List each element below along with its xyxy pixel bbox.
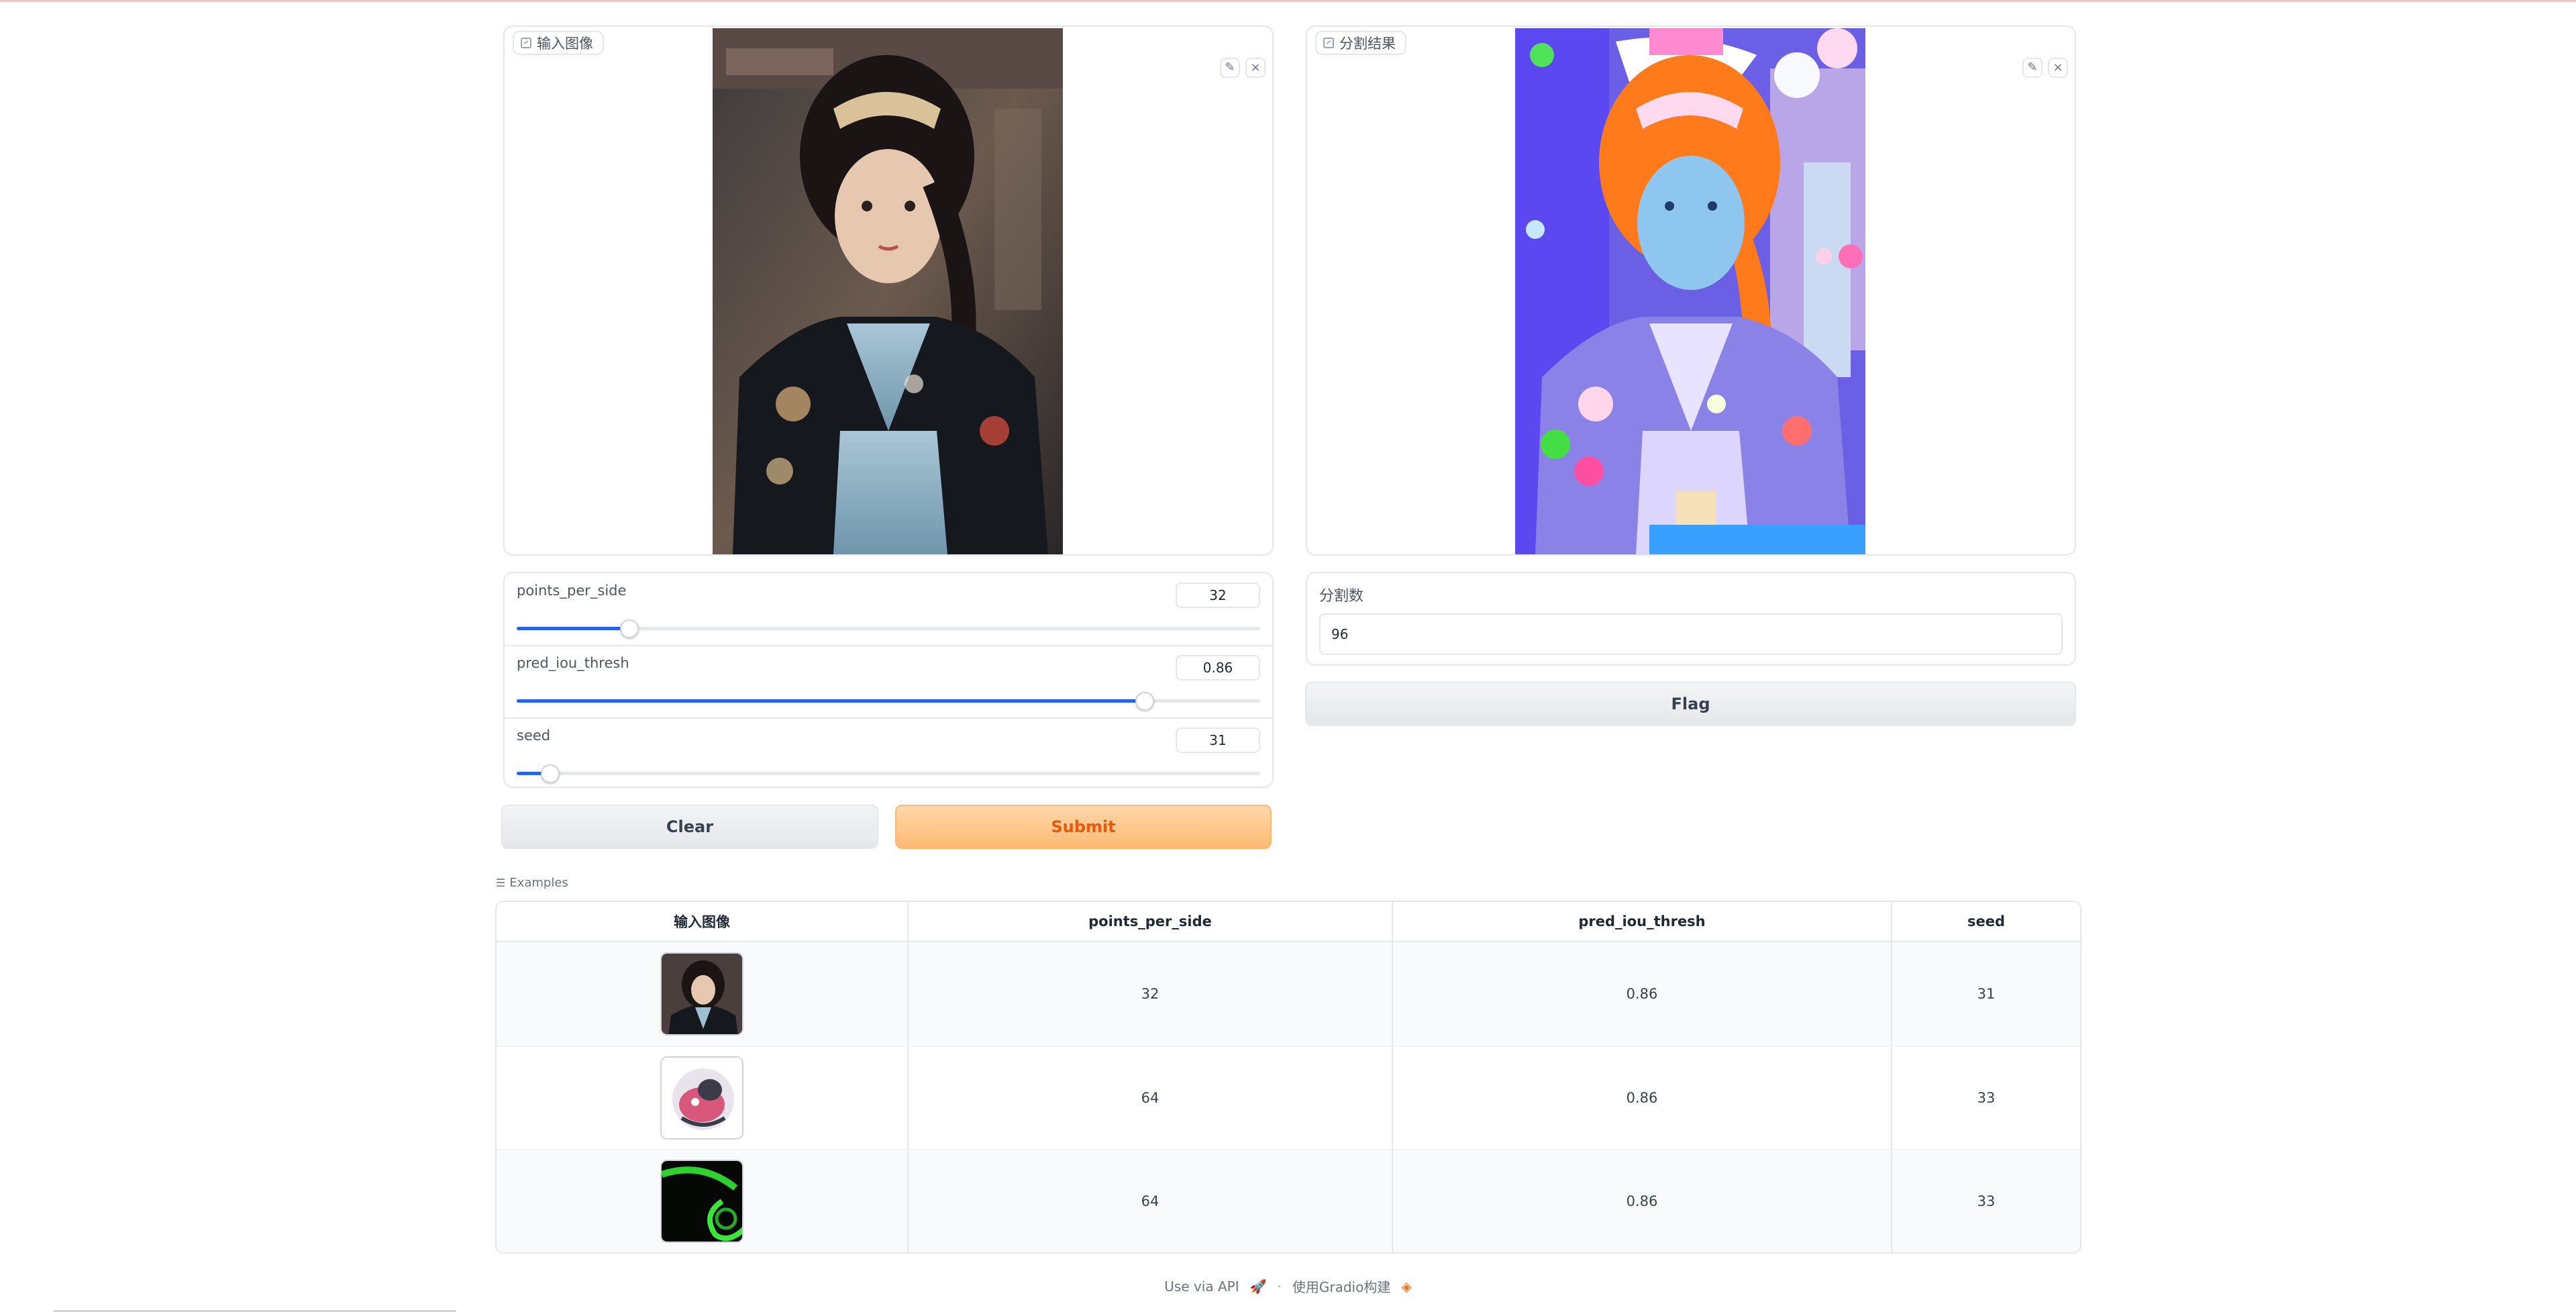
table-cell: 0.86: [1393, 1150, 1892, 1252]
table-cell: 0.86: [1393, 942, 1892, 1046]
table-cell: 33: [1977, 1193, 1996, 1209]
input-photo: [713, 28, 1063, 554]
input-image-panel[interactable]: 输入图像 ✎ ×: [503, 26, 1274, 556]
example-image-cell: [497, 1047, 909, 1149]
table-cell: 64: [909, 1047, 1393, 1149]
pencil-icon[interactable]: ✎: [2022, 58, 2043, 78]
slider-value-input[interactable]: 31: [1176, 727, 1260, 753]
slider-thumb[interactable]: [540, 764, 560, 783]
gradio-logo-icon: ◈: [1401, 1278, 1412, 1295]
column-header: 输入图像: [497, 902, 909, 941]
table-cell: 33: [1977, 1090, 1996, 1106]
input-image-tools: ✎ ×: [1220, 58, 1266, 78]
slider-thumb[interactable]: [1135, 692, 1155, 711]
output-image-label-text: 分割结果: [1339, 36, 1396, 52]
output-image-panel[interactable]: 分割结果 ✎ ×: [1306, 26, 2076, 556]
submit-button[interactable]: Submit: [895, 805, 1272, 849]
table-row[interactable]: 64 0.86 33: [497, 1046, 2080, 1149]
segment-count-label: 分割数: [1319, 588, 1364, 605]
examples-label-text: Examples: [509, 876, 568, 890]
top-border: [0, 0, 2576, 2]
slider-value-input[interactable]: 0.86: [1176, 655, 1260, 680]
output-image-label: 分割结果: [1315, 31, 1406, 55]
rocket-icon: 🚀: [1249, 1278, 1267, 1295]
close-icon[interactable]: ×: [2048, 58, 2068, 78]
examples-table: 输入图像 points_per_side pred_iou_thresh see…: [495, 901, 2081, 1254]
column-header: points_per_side: [909, 902, 1393, 941]
seed-slider[interactable]: seed 31: [517, 718, 1260, 789]
built-with-gradio-link[interactable]: 使用Gradio构建: [1292, 1276, 1390, 1296]
list-icon: ☰: [496, 876, 506, 889]
column-header: seed: [1967, 913, 2006, 929]
footer-separator: ·: [1277, 1278, 1282, 1295]
table-header: 输入图像 points_per_side pred_iou_thresh see…: [497, 902, 2080, 942]
footer: Use via API 🚀 · 使用Gradio构建 ◈: [0, 1276, 2576, 1296]
parameters-panel: points_per_side 32 pred_iou_thresh 0.86 …: [503, 572, 1274, 788]
table-row[interactable]: 32 0.86 31: [497, 942, 2080, 1046]
slider-label: pred_iou_thresh: [517, 655, 629, 671]
green-neon-thumbnail[interactable]: [660, 1160, 743, 1243]
table-row[interactable]: 64 0.86 33: [497, 1149, 2080, 1252]
clear-button[interactable]: Clear: [501, 805, 878, 849]
scrollbar[interactable]: [54, 1310, 456, 1312]
slider-track[interactable]: [517, 772, 1260, 775]
slider-label: points_per_side: [517, 583, 627, 599]
cartoon-thumbnail[interactable]: [660, 1056, 743, 1140]
pencil-icon[interactable]: ✎: [1220, 58, 1240, 78]
segmentation-photo: [1515, 28, 1865, 554]
use-api-link[interactable]: Use via API: [1164, 1278, 1239, 1295]
example-image-cell: [497, 1150, 909, 1252]
table-cell: 31: [1977, 986, 1996, 1002]
table-cell: 64: [909, 1150, 1393, 1252]
points-per-side-slider[interactable]: points_per_side 32: [517, 573, 1260, 644]
slider-thumb[interactable]: [620, 619, 639, 638]
table-cell: 32: [909, 942, 1393, 1046]
column-header: pred_iou_thresh: [1393, 902, 1892, 941]
slider-fill: [517, 627, 630, 630]
image-icon: [521, 38, 531, 48]
pred-iou-thresh-slider[interactable]: pred_iou_thresh 0.86: [517, 646, 1260, 717]
table-cell: 0.86: [1393, 1047, 1892, 1149]
portrait-thumbnail[interactable]: [660, 952, 743, 1035]
input-image-label: 输入图像: [513, 31, 604, 55]
segment-count-field[interactable]: 96: [1319, 613, 2063, 655]
slider-label: seed: [517, 727, 551, 744]
input-image-label-text: 输入图像: [537, 36, 593, 52]
slider-value-input[interactable]: 32: [1176, 583, 1260, 608]
examples-label: ☰ Examples: [496, 876, 568, 890]
image-icon: [1323, 38, 1334, 48]
slider-fill: [517, 699, 1145, 703]
output-image-tools: ✎ ×: [2022, 58, 2068, 78]
segment-count-panel: 分割数 96: [1306, 572, 2076, 666]
close-icon[interactable]: ×: [1245, 58, 1266, 78]
flag-button[interactable]: Flag: [1305, 682, 2076, 726]
example-image-cell: [497, 942, 909, 1046]
